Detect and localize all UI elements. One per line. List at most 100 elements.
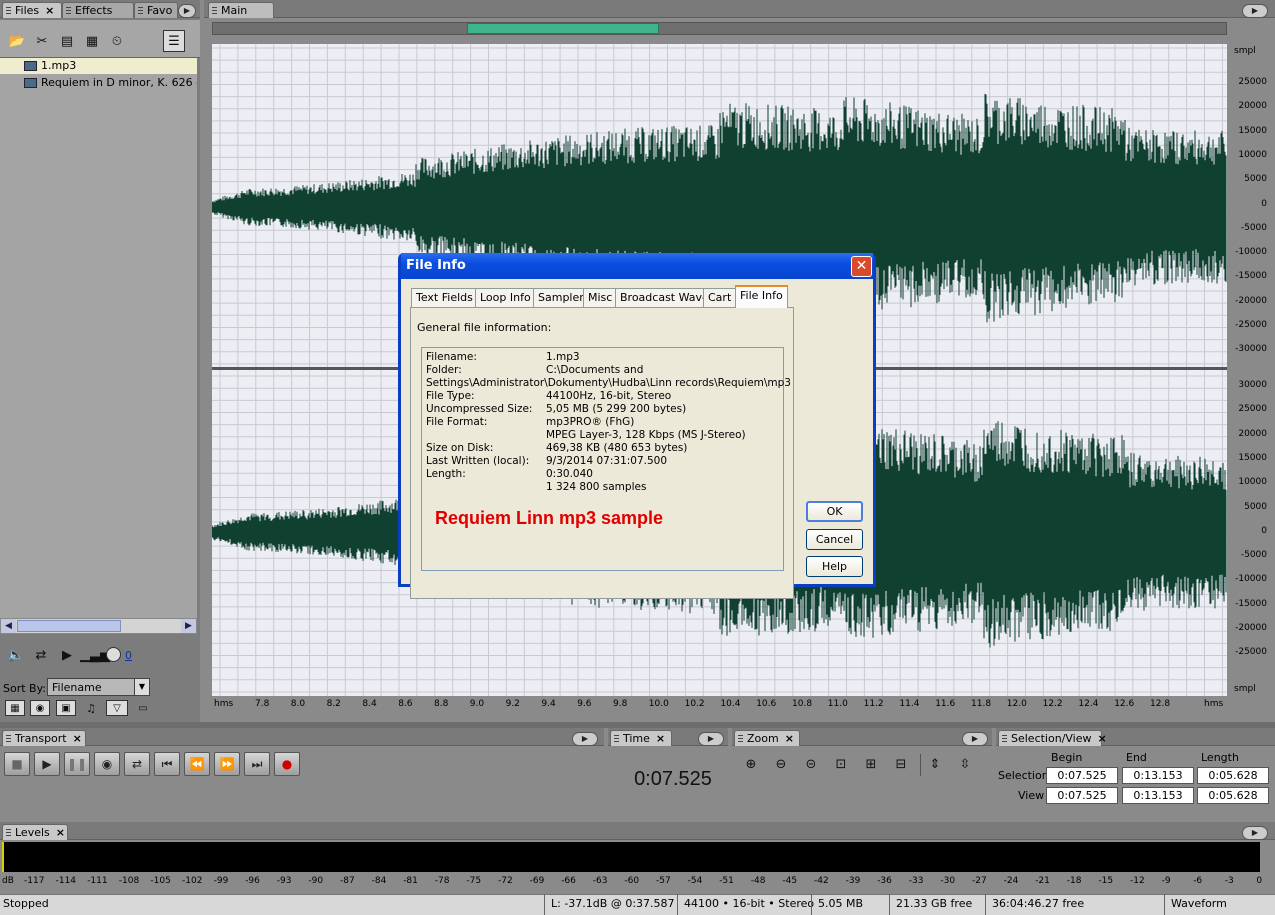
tab-sampler[interactable]: Sampler [533,288,589,307]
panel-menu-icon[interactable]: ▶ [1242,4,1268,18]
close-icon[interactable]: × [73,732,82,745]
zoom-to-selection-icon[interactable]: ⊡ [830,753,852,775]
selection-end-field[interactable]: 0:13.153 [1122,767,1194,784]
close-icon[interactable]: × [1098,732,1107,745]
horizontal-scrollbar[interactable]: ◀ ▶ [0,618,197,634]
close-icon[interactable]: × [656,732,665,745]
level-tick: -18 [1066,876,1082,886]
view-begin-field[interactable]: 0:07.525 [1046,787,1118,804]
close-icon[interactable]: ✕ [851,256,872,277]
filter-loop-icon[interactable]: ◉ [30,700,50,716]
tab-main[interactable]: Main [208,2,274,18]
list-item[interactable]: Requiem in D minor, K. 626 - I. R [0,75,197,91]
insert-cd-list-icon[interactable]: ▦ [81,30,103,52]
close-icon[interactable]: × [56,826,65,839]
tab-zoom-label: Zoom [747,732,779,745]
selection-length-field[interactable]: 0:05.628 [1197,767,1269,784]
play-button[interactable]: ▶ [34,752,60,776]
zoom-out-full-icon[interactable]: ⊝ [800,753,822,775]
time-tick: 12.8 [1150,699,1171,709]
volume-knob-icon[interactable] [106,647,121,662]
close-icon[interactable]: × [45,4,54,17]
tab-selection-view-label: Selection/View [1011,732,1092,745]
overview-bar[interactable] [212,22,1227,35]
insert-multitrack-icon[interactable]: ▤ [56,30,78,52]
scroll-right-icon[interactable]: ▶ [181,619,196,633]
edit-file-icon[interactable]: ⏲ [106,30,128,52]
zoom-in-vertical-icon[interactable]: ⇕ [924,753,946,775]
tab-misc[interactable]: Misc [583,288,618,307]
zoom-to-left-edge-icon[interactable]: ⊞ [860,753,882,775]
tab-favorites[interactable]: Favo [134,2,178,18]
view-end-field[interactable]: 0:13.153 [1122,787,1194,804]
zoom-out-vertical-icon[interactable]: ⇳ [954,753,976,775]
ok-button[interactable]: OK [806,501,863,522]
overview-visible-range[interactable] [467,23,659,34]
loop-icon[interactable]: ⇄ [30,644,52,666]
zoom-in-horizontal-icon[interactable]: ⊕ [740,753,762,775]
rewind-button[interactable]: ⏪ [184,752,210,776]
zoom-to-right-edge-icon[interactable]: ⊟ [890,753,912,775]
status-view-mode: Waveform [1164,894,1227,915]
selection-begin-field[interactable]: 0:07.525 [1046,767,1118,784]
tab-files[interactable]: Files × [2,2,62,18]
tab-loop-info[interactable]: Loop Info [475,288,536,307]
panel-menu-icon[interactable]: ▶ [178,4,196,18]
tab-effects[interactable]: Effects [62,2,134,18]
info-row: Uncompressed Size: 5,05 MB (5 299 200 byt… [426,403,779,416]
filter-video-icon[interactable]: ▣ [56,700,76,716]
filter-audio-icon[interactable]: ▦ [5,700,25,716]
time-ruler: hms 7.8 8.0 8.2 8.4 8.6 8.8 9.0 9.2 9.4 9.6 9.8 10.… [212,696,1227,712]
tab-zoom[interactable]: Zoom × [734,730,800,746]
panel-menu-icon[interactable]: ▶ [1242,826,1268,840]
panel-menu-icon[interactable]: ▶ [962,732,988,746]
speaker-icon[interactable]: 🔈 [5,644,27,666]
dialog-body: Text Fields Loop Info Sampler Misc Broad… [401,279,873,599]
filter-cd-icon[interactable]: ▭ [133,700,153,716]
filter-midi-icon[interactable]: ♫ [82,700,100,716]
info-row: Settings\Administrator\Dokumenty\Hudba\L… [426,377,791,390]
y-axis-unit: smpl [1234,46,1256,56]
chevron-down-icon[interactable]: ▼ [134,679,149,695]
level-tick: -60 [624,876,640,886]
stop-button[interactable]: ■ [4,752,30,776]
filter-icon[interactable]: ▽ [106,700,128,716]
tab-transport[interactable]: Transport × [2,730,86,746]
show-options-icon[interactable]: ☰ [163,30,185,52]
zoom-out-horizontal-icon[interactable]: ⊖ [770,753,792,775]
list-item[interactable]: 1.mp3 [0,58,197,74]
help-button[interactable]: Help [806,556,863,577]
loop-button[interactable]: ⇄ [124,752,150,776]
panel-menu-icon[interactable]: ▶ [572,732,598,746]
fast-forward-button[interactable]: ⏩ [214,752,240,776]
level-tick: -21 [1035,876,1050,886]
open-file-icon[interactable]: 📂 [6,30,28,52]
view-length-field[interactable]: 0:05.628 [1197,787,1269,804]
tab-broadcast-wave[interactable]: Broadcast Wave [615,288,714,307]
tab-levels[interactable]: Levels × [2,824,68,840]
tab-selection-view[interactable]: Selection/View × [998,730,1107,746]
record-button[interactable]: ● [274,752,300,776]
time-unit-right: hms [1204,699,1224,709]
play-to-end-button[interactable]: ◉ [94,752,120,776]
sort-by-select[interactable]: Filename ▼ [47,678,150,696]
go-to-end-button[interactable]: ⏭ [244,752,270,776]
pause-button[interactable]: ❚❚ [64,752,90,776]
cancel-button[interactable]: Cancel [806,529,863,550]
tab-text-fields[interactable]: Text Fields [411,288,478,307]
scroll-thumb[interactable] [17,620,121,632]
tab-file-info[interactable]: File Info [735,285,788,308]
scroll-left-icon[interactable]: ◀ [1,619,16,633]
level-tick: -72 [498,876,513,886]
info-value: 1.mp3 [546,351,580,363]
close-icon[interactable]: × [785,732,794,745]
time-tick: 12.0 [1006,699,1027,709]
panel-menu-icon[interactable]: ▶ [698,732,724,746]
tab-cart[interactable]: Cart [703,288,737,307]
info-value: 5,05 MB (5 299 200 bytes) [546,403,687,415]
close-file-icon[interactable]: ✂ [31,30,53,52]
go-to-start-button[interactable]: ⏮ [154,752,180,776]
play-icon[interactable]: ▶ [56,644,78,666]
sort-by-label: Sort By: [3,682,47,695]
tab-time[interactable]: Time × [610,730,672,746]
